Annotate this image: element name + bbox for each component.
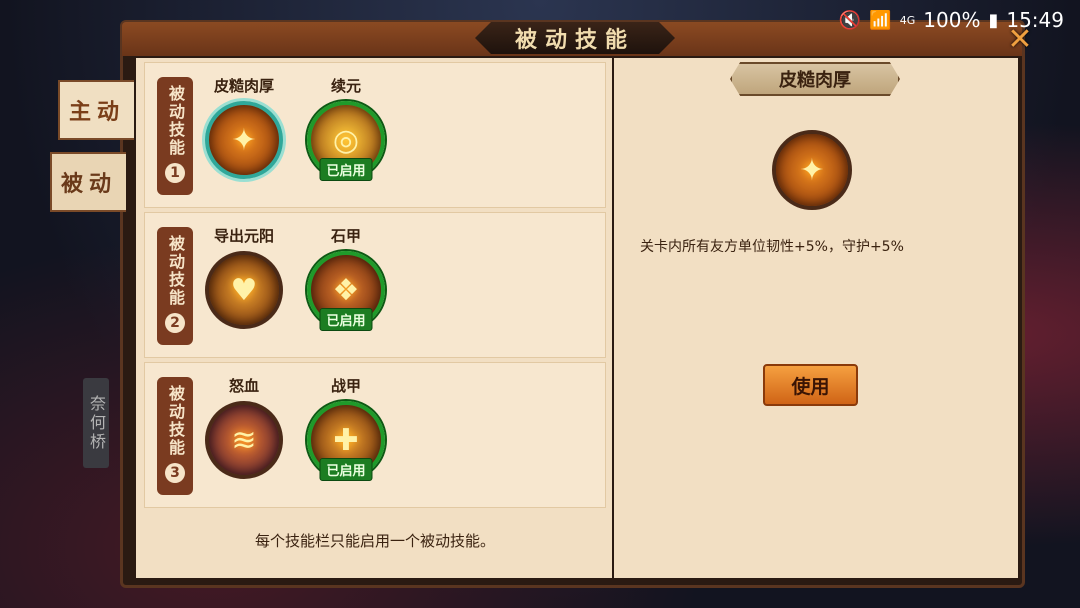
armor-shard-icon: ✦ (231, 122, 257, 158)
bridge-side-link[interactable]: 奈何桥 (83, 378, 109, 468)
skill-card[interactable]: 皮糙肉厚 ✦ (199, 75, 289, 179)
slot-number: 3 (165, 463, 185, 483)
dialog-title: 被动技能 (475, 22, 675, 54)
skill-name: 怒血 (228, 377, 259, 395)
slot-number: 1 (165, 163, 185, 183)
slot-label: 被动技能 1 (157, 77, 193, 195)
enabled-badge: 已启用 (319, 308, 373, 331)
slot-label-text: 被动技能 (166, 85, 185, 157)
armor-shard-icon: ✦ (799, 152, 825, 188)
blood-claw-icon: ≋ (231, 422, 257, 458)
skill-icon-button[interactable]: ❖ 已启用 (307, 251, 385, 331)
detail-skill-name: 皮糙肉厚 (730, 62, 900, 96)
network-type: 4G (899, 13, 916, 27)
skill-card[interactable]: 导出元阳 ♥ (199, 225, 289, 329)
detail-skill-icon: ✦ (772, 130, 852, 210)
slot-rule-note: 每个技能栏只能启用一个被动技能。 (254, 532, 495, 550)
skill-card[interactable]: 战甲 ✚ 已启用 (301, 375, 391, 481)
enabled-badge: 已启用 (319, 158, 373, 181)
passive-slot-row: 被动技能 2 导出元阳 ♥ 石甲 ❖ 已启用 (144, 212, 606, 358)
skill-card[interactable]: 怒血 ≋ (199, 375, 289, 479)
skill-name: 续元 (330, 77, 361, 95)
slot-label-text: 被动技能 (166, 385, 185, 457)
clock: 15:49 (1006, 8, 1064, 32)
mute-icon: 🔇 (838, 9, 862, 31)
skill-icon-button[interactable]: ≋ (205, 401, 283, 479)
passive-slot-row: 被动技能 3 怒血 ≋ 战甲 ✚ 已启用 (144, 362, 606, 508)
skill-name: 导出元阳 (213, 227, 274, 245)
slot-label-text: 被动技能 (166, 235, 185, 307)
skill-card[interactable]: 石甲 ❖ 已启用 (301, 225, 391, 331)
enabled-badge: 已启用 (319, 458, 373, 481)
slot-label: 被动技能 3 (157, 377, 193, 495)
skill-icon-button[interactable]: ✚ 已启用 (307, 401, 385, 481)
skill-card[interactable]: 续元 ◎ 已启用 (301, 75, 391, 181)
skill-icon-button[interactable]: ◎ 已启用 (307, 101, 385, 181)
slot-number: 2 (165, 313, 185, 333)
skill-name: 战甲 (330, 377, 361, 395)
skill-name: 皮糙肉厚 (213, 77, 274, 95)
skill-name: 石甲 (330, 227, 361, 245)
skill-icon-button[interactable]: ✦ (205, 101, 283, 179)
battery-percent: 100% (923, 8, 981, 32)
passive-slot-row: 被动技能 1 皮糙肉厚 ✦ 续元 ◎ 已启用 (144, 62, 606, 208)
detail-skill-description: 关卡内所有友方单位韧性+5%，守护+5% (640, 239, 904, 255)
heart-icon: ♥ (230, 272, 258, 308)
use-button[interactable]: 使用 (763, 364, 858, 406)
slot-label: 被动技能 2 (157, 227, 193, 345)
battery-icon: ▮ (988, 9, 999, 31)
tab-passive-skills[interactable]: 被动 (50, 152, 126, 212)
status-bar: 🔇 📶 4G 100% ▮ 15:49 (820, 0, 1080, 40)
skill-icon-button[interactable]: ♥ (205, 251, 283, 329)
tab-active-skills[interactable]: 主动 (58, 80, 134, 140)
wifi-icon: 📶 (869, 9, 892, 31)
